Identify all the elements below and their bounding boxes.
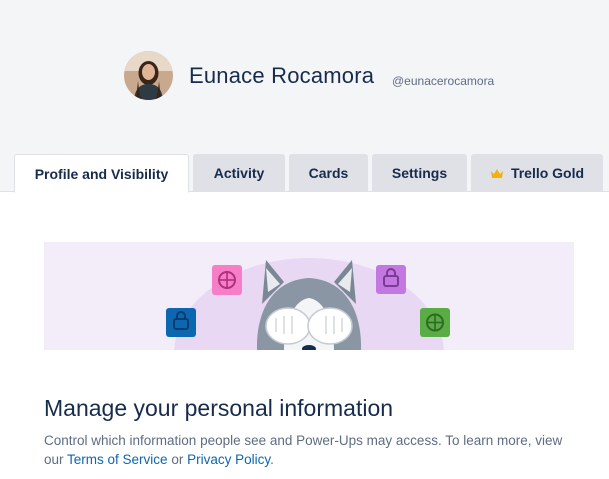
avatar[interactable] bbox=[124, 51, 173, 100]
tab-label: Profile and Visibility bbox=[34, 165, 169, 182]
lock-icon bbox=[166, 308, 196, 337]
terms-of-service-link[interactable]: Terms of Service bbox=[67, 452, 168, 467]
profile-name: Eunace Rocamora bbox=[189, 63, 375, 88]
tab-label: Cards bbox=[308, 165, 349, 181]
tab-label: Trello Gold bbox=[510, 165, 585, 181]
tab-settings[interactable]: Settings bbox=[372, 154, 467, 192]
tab-label: Activity bbox=[213, 165, 265, 181]
tab-activity[interactable]: Activity bbox=[193, 154, 285, 192]
basketball-icon bbox=[212, 265, 242, 295]
profile-username: @eunacerocamora bbox=[392, 74, 495, 88]
description-text: or bbox=[167, 452, 188, 467]
profile-header: Eunace Rocamora @eunacerocamora Profile … bbox=[0, 0, 609, 193]
lock-icon bbox=[376, 265, 406, 294]
tab-label: Settings bbox=[391, 165, 448, 181]
description-text: . bbox=[270, 452, 274, 467]
crown-icon bbox=[490, 168, 504, 179]
section-description: Control which information people see and… bbox=[44, 431, 584, 469]
basketball-icon bbox=[420, 308, 450, 337]
section-title: Manage your personal information bbox=[44, 395, 394, 421]
tab-cards[interactable]: Cards bbox=[289, 154, 368, 192]
tab-profile-and-visibility[interactable]: Profile and Visibility bbox=[14, 154, 189, 193]
privacy-illustration bbox=[44, 242, 574, 350]
tab-trello-gold[interactable]: Trello Gold bbox=[471, 154, 603, 192]
privacy-policy-link[interactable]: Privacy Policy bbox=[187, 452, 270, 467]
